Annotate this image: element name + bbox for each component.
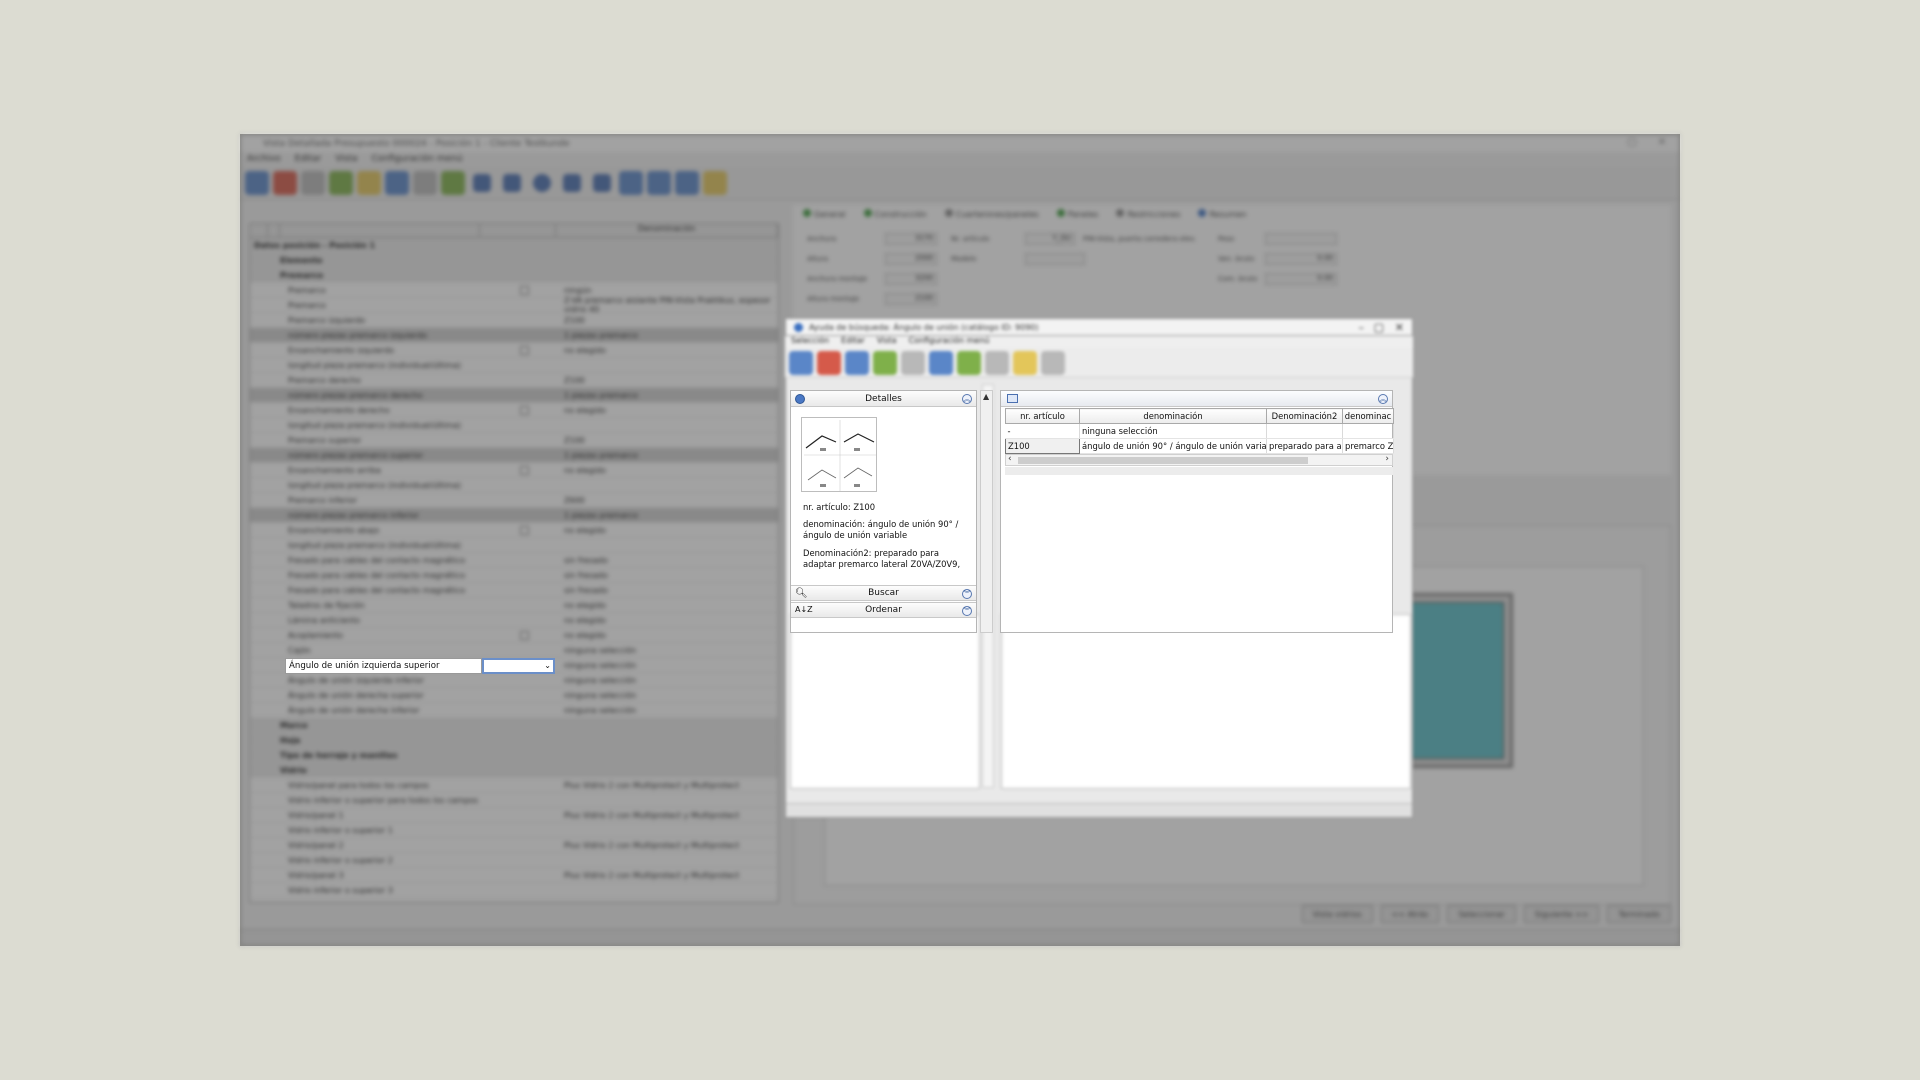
- ordenar-bar[interactable]: A↓Z Ordenar ︾: [791, 602, 976, 618]
- sort-az-icon: A↓Z: [795, 605, 813, 614]
- chart-icon[interactable]: [873, 350, 897, 375]
- cell-denominacion[interactable]: ninguna selección: [1079, 423, 1267, 439]
- menu-vista[interactable]: Vista: [877, 336, 897, 348]
- active-property-row[interactable]: Ángulo de unión izquierda superior ⌄: [285, 658, 557, 674]
- stop-icon[interactable]: [817, 350, 841, 375]
- active-row-combo[interactable]: ⌄: [482, 658, 555, 674]
- results-grid-panel: ︽ nr. artículo denominación Denominación…: [1000, 390, 1394, 633]
- dropdown-icon[interactable]: ⌄: [544, 661, 551, 670]
- active-row-label: Ángulo de unión izquierda superior: [285, 658, 482, 674]
- buscar-bar[interactable]: 🔍︎ Buscar ︾: [791, 585, 976, 601]
- info-icon: [795, 394, 805, 404]
- details-title: Detalles: [865, 393, 902, 404]
- table-row[interactable]: - ninguna selección: [1005, 423, 1394, 439]
- ordenar-label: Ordenar: [865, 605, 902, 615]
- dialog-right-lower: [1001, 614, 1411, 789]
- refresh-icon[interactable]: [957, 350, 981, 375]
- cell-denominacion2[interactable]: [1266, 423, 1343, 439]
- article-thumbnail: [801, 417, 877, 492]
- save-icon[interactable]: [929, 350, 953, 375]
- dialog-title: Ayuda de búsqueda: Ángulo de unión (catá…: [809, 322, 1039, 332]
- menu-seleccion[interactable]: Selección: [791, 336, 829, 348]
- column-denominacion3[interactable]: denominac: [1342, 408, 1394, 424]
- scroll-left-icon[interactable]: ‹: [1008, 454, 1012, 464]
- cell-nr-articulo[interactable]: Z100: [1005, 438, 1080, 454]
- details-panel-header[interactable]: Detalles ︽: [791, 391, 976, 407]
- dialog-toolbar: [785, 348, 1413, 378]
- dialog-title-bar: Ayuda de búsqueda: Ángulo de unión (catá…: [785, 318, 1413, 336]
- cell-denominacion2[interactable]: preparado para ad: [1266, 438, 1343, 454]
- horizontal-scrollbar[interactable]: ‹ ›: [1005, 454, 1393, 466]
- collapse-up-icon[interactable]: ︽: [1378, 394, 1388, 404]
- expand-down-icon[interactable]: ︾: [962, 606, 972, 616]
- scrollbar-thumb[interactable]: [1018, 457, 1308, 464]
- globe-icon[interactable]: [789, 350, 813, 375]
- table-row-selected[interactable]: Z100 ángulo de unión 90° / ángulo de uni…: [1005, 438, 1394, 454]
- details-panel: Detalles ︽ nr. artículo: Z100 denominaci…: [790, 390, 977, 633]
- dialog-status-bar: [786, 803, 1412, 817]
- splitter-scrollbar[interactable]: ▲: [980, 390, 993, 633]
- details-denominacion: denominación: ángulo de unión 90° / ángu…: [803, 519, 959, 540]
- buscar-label: Buscar: [868, 588, 899, 598]
- dialog-left-lower: [790, 614, 980, 789]
- scroll-up-icon[interactable]: ▲: [983, 392, 989, 401]
- close-icon[interactable]: ✕: [1395, 321, 1404, 334]
- minimize-icon[interactable]: –: [1359, 321, 1365, 334]
- grid-footer: [1005, 467, 1393, 475]
- cell-denominacion[interactable]: ángulo de unión 90° / ángulo de unión va…: [1079, 438, 1267, 454]
- star-icon[interactable]: [1013, 350, 1037, 375]
- expand-down-icon[interactable]: ︾: [962, 589, 972, 599]
- column-denominacion2[interactable]: Denominación2: [1266, 408, 1343, 424]
- results-table: nr. artículo denominación Denominación2 …: [1005, 408, 1394, 454]
- app-icon: [794, 322, 803, 332]
- menu-editar[interactable]: Editar: [841, 336, 865, 348]
- scroll-right-icon[interactable]: ›: [1385, 454, 1389, 464]
- filter-icon[interactable]: [901, 350, 925, 375]
- column-nr-articulo[interactable]: nr. artículo: [1005, 408, 1080, 424]
- document-icon[interactable]: [1041, 350, 1065, 375]
- table-icon[interactable]: [845, 350, 869, 375]
- dialog-menu-bar: Selección Editar Vista Configuración men…: [785, 336, 1413, 348]
- collapse-up-icon[interactable]: ︽: [962, 394, 972, 404]
- menu-configuracion[interactable]: Configuración menú: [909, 336, 990, 348]
- cell-nr-articulo[interactable]: -: [1005, 423, 1080, 439]
- details-denominacion2: Denominación2: preparado para adaptar pr…: [803, 548, 961, 569]
- cell-denominacion3[interactable]: premarco Z1: [1342, 438, 1394, 454]
- maximize-icon[interactable]: ▢: [1374, 321, 1384, 334]
- cell-denominacion3[interactable]: [1342, 423, 1394, 439]
- column-denominacion[interactable]: denominación: [1079, 408, 1267, 424]
- table-icon: [1007, 394, 1018, 403]
- magnifier-icon: 🔍︎: [795, 588, 808, 599]
- pencil-icon[interactable]: [985, 350, 1009, 375]
- grid-panel-header[interactable]: ︽: [1001, 391, 1392, 407]
- details-nr-articulo: nr. artículo: Z100: [803, 502, 876, 512]
